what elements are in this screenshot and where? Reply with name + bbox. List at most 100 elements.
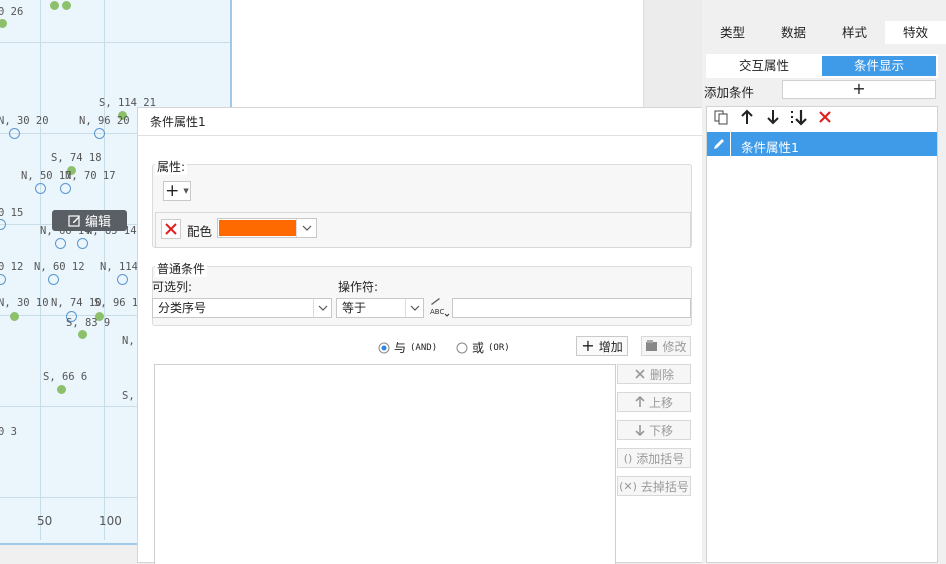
plus-icon: + <box>852 79 866 98</box>
delete-icon <box>635 369 645 379</box>
point-label: 0 15 <box>0 207 24 219</box>
x-tick-label: 50 <box>37 514 53 528</box>
point-label: N, 114 <box>100 261 138 273</box>
arrow-down-icon[interactable] <box>763 109 783 129</box>
point-label: S, 83 9 <box>66 317 111 329</box>
scatter-point <box>10 312 19 321</box>
or-sub-label: (OR) <box>488 342 510 353</box>
scatter-point <box>77 238 88 249</box>
point-label: N, 30 10 <box>0 297 49 309</box>
property-group: 属性: + ▼ 配色 <box>152 158 692 248</box>
point-label: N, 60 12 <box>34 261 85 273</box>
remove-bracket-icon: (✕) <box>619 479 637 493</box>
scatter-point <box>35 183 46 194</box>
x-tick-label: 100 <box>99 514 122 528</box>
normal-condition-label: 普通条件 <box>155 260 208 277</box>
chevron-down-icon <box>296 219 316 237</box>
point-label: 0 12 <box>0 261 24 273</box>
arrow-down-icon <box>635 425 645 436</box>
close-icon[interactable] <box>815 109 835 129</box>
tab-style[interactable]: 样式 <box>824 21 885 44</box>
scatter-point <box>0 219 6 230</box>
svg-text:ABC: ABC <box>430 308 444 316</box>
radio-checked-icon <box>378 342 390 353</box>
value-input[interactable] <box>452 298 691 318</box>
scatter-point <box>57 385 66 394</box>
add-condition-button[interactable]: + <box>782 80 936 99</box>
condition-list[interactable] <box>154 364 616 564</box>
delete-button[interactable]: 删除 <box>617 364 691 384</box>
point-label: N, <box>122 335 135 347</box>
condition-list-panel: 条件属性1 <box>706 106 938 563</box>
scatter-point <box>117 274 128 285</box>
move-bottom-icon[interactable] <box>789 109 809 129</box>
scatter-point <box>0 274 6 285</box>
property-group-label: 属性: <box>155 158 188 175</box>
column-select-value: 分类序号 <box>158 301 207 315</box>
grid-line <box>0 42 230 43</box>
move-up-button[interactable]: 上移 <box>617 392 691 412</box>
scatter-point <box>62 1 71 10</box>
edit-icon <box>68 215 80 227</box>
move-down-button-label: 下移 <box>648 423 673 438</box>
remove-property-button[interactable] <box>161 219 181 239</box>
move-up-button-label: 上移 <box>648 395 673 410</box>
dialog-title: 条件属性1 <box>138 108 706 136</box>
subtab-interaction[interactable]: 交互属性 <box>706 56 822 76</box>
chevron-down-icon <box>313 299 331 317</box>
scatter-point <box>50 1 59 10</box>
move-down-button[interactable]: 下移 <box>617 420 691 440</box>
condition-item[interactable]: 条件属性1 <box>707 132 937 156</box>
remove-bracket-button-label: 去掉括号 <box>640 479 689 494</box>
add-button-label: 增加 <box>598 339 623 354</box>
point-label: S, <box>122 390 135 402</box>
chevron-down-icon <box>405 299 423 317</box>
color-picker[interactable] <box>217 218 317 238</box>
operator-label: 操作符: <box>338 280 379 294</box>
column-select[interactable]: 分类序号 <box>152 298 332 318</box>
or-radio[interactable]: 或 (OR) <box>456 339 510 356</box>
point-label: N, 50 17 <box>21 170 72 182</box>
point-label: 0 26 <box>0 6 24 18</box>
chevron-down-icon: ▼ <box>183 187 189 195</box>
add-property-button[interactable]: + ▼ <box>163 181 191 201</box>
bracket-icon: () <box>623 451 633 465</box>
edit-label: 编辑 <box>84 215 111 230</box>
add-button[interactable]: + 增加 <box>576 336 628 356</box>
edit-button[interactable]: 编辑 <box>52 210 127 231</box>
add-condition-label: 添加条件 <box>704 85 755 100</box>
scatter-point <box>55 238 66 249</box>
scatter-point <box>9 128 20 139</box>
operator-select-value: 等于 <box>342 301 367 315</box>
close-icon <box>165 223 177 235</box>
and-radio[interactable]: 与 (AND) <box>378 339 437 356</box>
modify-icon <box>646 340 658 351</box>
and-sub-label: (AND) <box>410 342 438 353</box>
scatter-point <box>78 330 87 339</box>
arrow-up-icon[interactable] <box>737 109 757 129</box>
tab-data[interactable]: 数据 <box>763 21 824 44</box>
right-panel: 类型 数据 样式 特效 交互属性 条件显示 添加条件 + 条件属性1 <box>702 0 946 563</box>
pencil-icon <box>707 132 731 156</box>
point-label: S, 74 18 <box>51 152 102 164</box>
tab-effects[interactable]: 特效 <box>885 21 946 44</box>
modify-button[interactable]: 修改 <box>641 336 691 356</box>
and-label: 与 <box>394 341 407 355</box>
add-bracket-button[interactable]: () 添加括号 <box>617 448 691 468</box>
point-label: S, 66 6 <box>43 371 88 383</box>
copy-icon[interactable] <box>711 109 731 129</box>
scatter-point <box>48 274 59 285</box>
operator-select[interactable]: 等于 <box>336 298 424 318</box>
or-label: 或 <box>472 341 485 355</box>
point-label: 0 3 <box>0 426 17 438</box>
remove-bracket-button[interactable]: (✕) 去掉括号 <box>617 476 691 496</box>
scatter-point <box>94 128 105 139</box>
canvas-margin <box>644 0 702 107</box>
subtab-condition-display[interactable]: 条件显示 <box>822 56 936 76</box>
tab-type[interactable]: 类型 <box>702 21 763 44</box>
delete-button-label: 删除 <box>649 367 674 382</box>
scatter-point <box>60 183 71 194</box>
scatter-point <box>0 19 7 28</box>
canvas-area <box>232 0 644 107</box>
value-type-button[interactable]: ABC <box>428 296 450 318</box>
